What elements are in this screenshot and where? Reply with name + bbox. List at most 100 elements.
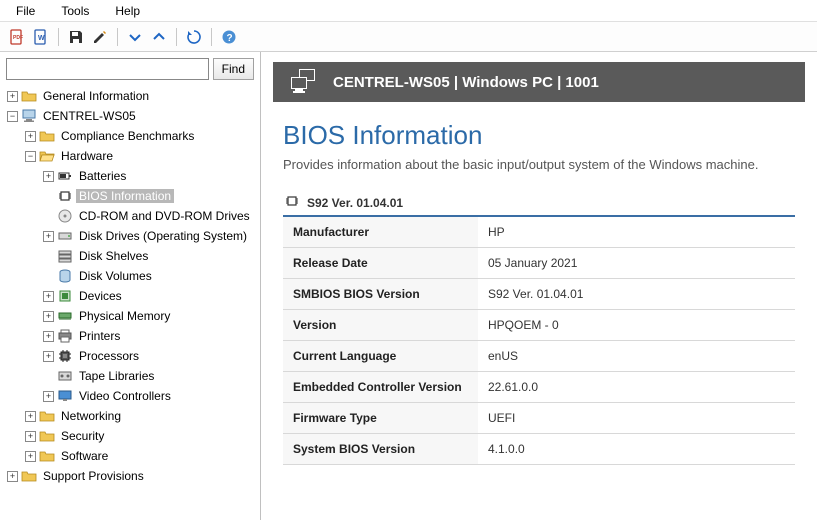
tree-item[interactable]: +Processors	[4, 346, 260, 366]
tree-label: Security	[58, 429, 107, 443]
folder-icon	[39, 448, 55, 464]
toolbar: PDF W ?	[0, 22, 817, 52]
expand-toggle[interactable]: +	[25, 131, 36, 142]
content-titlebar: CENTREL-WS05 | Windows PC | 1001	[273, 62, 805, 102]
tree-label: Hardware	[58, 149, 116, 163]
battery-icon	[57, 168, 73, 184]
collapse-toggle[interactable]: −	[25, 151, 36, 162]
tree-item[interactable]: − Hardware	[4, 146, 260, 166]
no-toggle	[43, 271, 54, 282]
tree-label: General Information	[40, 89, 152, 103]
tree-item[interactable]: Tape Libraries	[4, 366, 260, 386]
tree-item[interactable]: + Support Provisions	[4, 466, 260, 486]
menubar: FileToolsHelp	[0, 0, 817, 22]
expand-icon[interactable]	[124, 26, 146, 48]
prop-key: Release Date	[283, 248, 478, 279]
tree-item[interactable]: +Devices	[4, 286, 260, 306]
find-button[interactable]: Find	[213, 58, 254, 80]
left-panel: Find + General Information −CENTREL-WS05 + C…	[0, 52, 261, 520]
prop-key: Firmware Type	[283, 403, 478, 434]
menu-help[interactable]: Help	[105, 2, 156, 20]
svg-text:?: ?	[227, 33, 233, 44]
expand-toggle[interactable]: +	[43, 391, 54, 402]
volume-icon	[57, 268, 73, 284]
tree-item[interactable]: + Networking	[4, 406, 260, 426]
expand-toggle[interactable]: +	[25, 451, 36, 462]
tree-label: Disk Drives (Operating System)	[76, 229, 250, 243]
tree-item[interactable]: + Batteries	[4, 166, 260, 186]
tree-item[interactable]: +Video Controllers	[4, 386, 260, 406]
prop-key: Version	[283, 310, 478, 341]
tree-label: Batteries	[76, 169, 129, 183]
properties-table: ManufacturerHPRelease Date05 January 202…	[283, 217, 795, 465]
menu-tools[interactable]: Tools	[51, 2, 105, 20]
tree-item[interactable]: Disk Shelves	[4, 246, 260, 266]
collapse-toggle[interactable]: −	[7, 111, 18, 122]
table-row: Embedded Controller Version22.61.0.0	[283, 372, 795, 403]
table-row: ManufacturerHP	[283, 217, 795, 248]
expand-toggle[interactable]: +	[43, 351, 54, 362]
no-toggle	[43, 191, 54, 202]
expand-toggle[interactable]: +	[43, 311, 54, 322]
tree-item[interactable]: + Compliance Benchmarks	[4, 126, 260, 146]
expand-toggle[interactable]: +	[7, 471, 18, 482]
tree-item[interactable]: Disk Volumes	[4, 266, 260, 286]
tree-label: BIOS Information	[76, 189, 174, 203]
no-toggle	[43, 251, 54, 262]
table-row: VersionHPQOEM - 0	[283, 310, 795, 341]
tree-label: Tape Libraries	[76, 369, 157, 383]
prop-value: HPQOEM - 0	[478, 310, 795, 341]
expand-toggle[interactable]: +	[7, 91, 18, 102]
table-row: Release Date05 January 2021	[283, 248, 795, 279]
chip-icon	[57, 188, 73, 204]
tape-icon	[57, 368, 73, 384]
drive-icon	[57, 228, 73, 244]
tree-item[interactable]: +Software	[4, 446, 260, 466]
tree-label: Compliance Benchmarks	[58, 129, 197, 143]
folder-icon	[39, 128, 55, 144]
help-icon[interactable]: ?	[218, 26, 240, 48]
tree-item[interactable]: CD-ROM and DVD-ROM Drives	[4, 206, 260, 226]
table-row: Firmware TypeUEFI	[283, 403, 795, 434]
expand-toggle[interactable]: +	[43, 291, 54, 302]
word-icon[interactable]: W	[30, 26, 52, 48]
save-icon[interactable]	[65, 26, 87, 48]
refresh-icon[interactable]	[183, 26, 205, 48]
prop-key: Current Language	[283, 341, 478, 372]
expand-toggle[interactable]: +	[25, 431, 36, 442]
tree-item[interactable]: + Disk Drives (Operating System)	[4, 226, 260, 246]
section-header: S92 Ver. 01.04.01	[283, 190, 795, 217]
folder-icon	[39, 408, 55, 424]
search-input[interactable]	[6, 58, 209, 80]
tree-item[interactable]: BIOS Information	[4, 186, 260, 206]
video-icon	[57, 388, 73, 404]
edit-icon[interactable]	[89, 26, 111, 48]
expand-toggle[interactable]: +	[43, 171, 54, 182]
tree-item[interactable]: + Printers	[4, 326, 260, 346]
tree-label: Disk Volumes	[76, 269, 155, 283]
prop-value: HP	[478, 217, 795, 248]
toolbar-separator	[176, 28, 177, 46]
expand-toggle[interactable]: +	[43, 231, 54, 242]
page-subtitle: Provides information about the basic inp…	[283, 157, 795, 172]
collapse-icon[interactable]	[148, 26, 170, 48]
tree-label: Support Provisions	[40, 469, 147, 483]
tree-label: Networking	[58, 409, 124, 423]
expand-toggle[interactable]: +	[43, 331, 54, 342]
toolbar-separator	[211, 28, 212, 46]
tree-item[interactable]: −CENTREL-WS05	[4, 106, 260, 126]
tree-item[interactable]: + Security	[4, 426, 260, 446]
tree-label: Printers	[76, 329, 123, 343]
prop-key: Embedded Controller Version	[283, 372, 478, 403]
prop-value: 4.1.0.0	[478, 434, 795, 465]
printer-icon	[57, 328, 73, 344]
device-icon	[57, 288, 73, 304]
tree-item[interactable]: +Physical Memory	[4, 306, 260, 326]
pdf-icon[interactable]: PDF	[6, 26, 28, 48]
expand-toggle[interactable]: +	[25, 411, 36, 422]
menu-file[interactable]: File	[6, 2, 51, 20]
tree-item[interactable]: + General Information	[4, 86, 260, 106]
toolbar-separator	[117, 28, 118, 46]
table-row: SMBIOS BIOS VersionS92 Ver. 01.04.01	[283, 279, 795, 310]
tree-view[interactable]: + General Information −CENTREL-WS05 + Compli…	[0, 84, 260, 520]
